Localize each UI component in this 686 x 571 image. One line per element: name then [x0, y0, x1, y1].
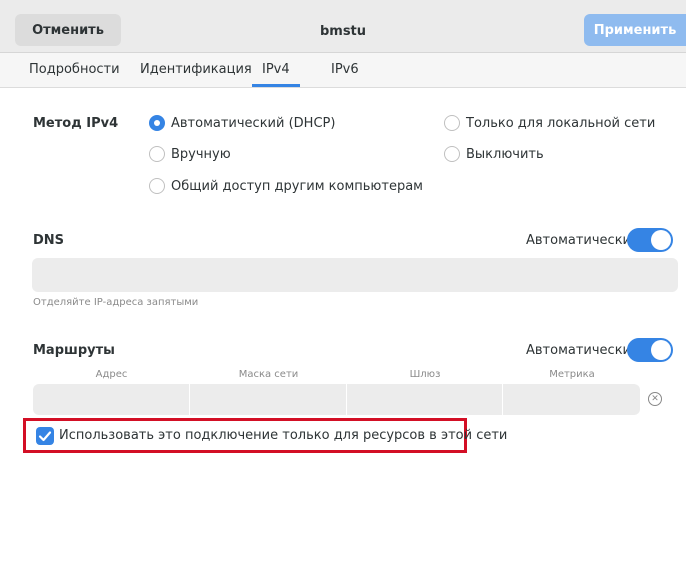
clear-circle-icon[interactable]: ✕ — [648, 392, 662, 406]
radio-disable[interactable]: Выключить — [444, 146, 544, 162]
tab-ipv4[interactable]: IPv4 — [252, 62, 300, 87]
route-metric-input[interactable] — [503, 384, 640, 415]
header-bar: Отменить bmstu Применить — [0, 0, 686, 53]
col-gateway: Шлюз — [409, 369, 441, 380]
dns-label: DNS — [33, 233, 65, 248]
route-address-input[interactable] — [33, 384, 189, 415]
route-gateway-input[interactable] — [347, 384, 502, 415]
radio-manual-label: Вручную — [171, 146, 231, 162]
col-address: Адрес — [95, 369, 128, 380]
check-icon — [38, 431, 52, 442]
tab-ipv6[interactable]: IPv6 — [331, 62, 359, 87]
dns-auto-switch[interactable] — [627, 228, 673, 252]
radio-shared[interactable]: Общий доступ другим компьютерам — [149, 178, 423, 194]
radio-disable-label: Выключить — [466, 146, 544, 162]
dns-hint: Отделяйте IP-адреса запятыми — [33, 297, 199, 308]
radio-dhcp[interactable]: Автоматический (DHCP) — [149, 115, 335, 131]
only-local-resources-label: Использовать это подключение только для … — [59, 428, 508, 443]
route-netmask-input[interactable] — [190, 384, 346, 415]
radio-unchecked-icon — [444, 146, 460, 162]
radio-unchecked-icon — [149, 178, 165, 194]
apply-button[interactable]: Применить — [584, 14, 686, 46]
only-local-resources-checkbox[interactable] — [36, 427, 54, 445]
col-netmask: Маска сети — [238, 369, 299, 380]
col-metric: Метрика — [549, 369, 595, 380]
radio-unchecked-icon — [149, 146, 165, 162]
radio-manual[interactable]: Вручную — [149, 146, 231, 162]
radio-unchecked-icon — [444, 115, 460, 131]
network-settings-dialog: Отменить bmstu Применить Подробности Иде… — [0, 0, 686, 571]
radio-dhcp-label: Автоматический (DHCP) — [171, 115, 336, 131]
dns-auto-label: Автоматически — [526, 233, 632, 248]
tab-details[interactable]: Подробности — [29, 62, 120, 87]
radio-checked-icon — [149, 115, 165, 131]
radio-link-local-label: Только для локальной сети — [466, 115, 656, 131]
tab-identity[interactable]: Идентификация — [140, 62, 252, 87]
routes-auto-label: Автоматически — [526, 343, 632, 358]
ipv4-method-label: Метод IPv4 — [33, 116, 119, 131]
tab-bar: Подробности Идентификация IPv4 IPv6 — [0, 53, 686, 88]
dns-input[interactable] — [32, 258, 678, 292]
routes-label: Маршруты — [33, 343, 115, 358]
radio-shared-label: Общий доступ другим компьютерам — [171, 178, 423, 194]
radio-link-local[interactable]: Только для локальной сети — [444, 115, 655, 131]
routes-auto-switch[interactable] — [627, 338, 673, 362]
